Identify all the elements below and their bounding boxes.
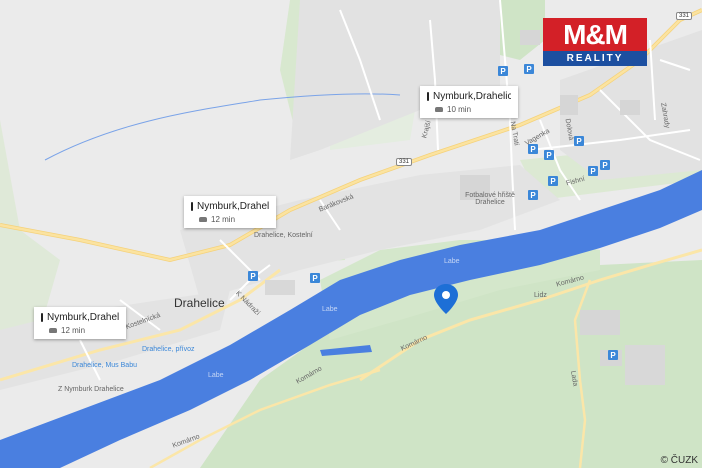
transit-card-time: 10 min (447, 105, 472, 114)
stop-label: Drahelice, Mus Babu (72, 362, 137, 369)
transit-card-time: 12 min (61, 326, 86, 335)
transit-card[interactable]: Nymburk,Drahelic... 12 min (34, 307, 126, 339)
brand-logo: M&M REALITY (543, 18, 647, 68)
street-label: Lidz (534, 292, 547, 299)
parking-icon: P (248, 271, 258, 281)
transit-card-time: 12 min (211, 215, 236, 224)
town-label: Drahelice (174, 296, 225, 310)
map-canvas[interactable]: P P P P P P P P P P P P 331 331 Drahelic… (0, 0, 702, 468)
parking-icon: P (574, 136, 584, 146)
parking-icon: P (524, 64, 534, 74)
transit-card-title: Nymburk,Drahelic... (47, 312, 119, 323)
bus-icon (41, 313, 43, 322)
stop-label: Z Nymburk Drahelice (58, 386, 124, 393)
parking-icon: P (544, 150, 554, 160)
road-number-shield: 331 (396, 158, 413, 166)
river-label: Labe (208, 372, 224, 379)
copyright-label: © ČUZK (660, 455, 698, 466)
stop-label: Drahelice, přívoz (142, 346, 195, 353)
car-icon (199, 217, 207, 222)
poi-label: Fotbalové hřiště Drahelice (465, 192, 515, 206)
road-number-shield: 331 (676, 12, 693, 20)
transit-card[interactable]: Nymburk,Drahelic... 12 min (184, 196, 276, 228)
map-pin-icon[interactable] (434, 284, 458, 314)
parking-icon: P (588, 166, 598, 176)
stop-label: Drahelice, Kostelní (254, 232, 313, 239)
parking-icon: P (608, 350, 618, 360)
logo-subtitle: REALITY (543, 51, 647, 66)
transit-card-title: Nymburk,Drahelic... (433, 91, 511, 102)
transit-card[interactable]: Nymburk,Drahelic... 10 min (420, 86, 518, 118)
parking-icon: P (528, 190, 538, 200)
bus-icon (427, 92, 429, 101)
river-label: Labe (444, 258, 460, 265)
map-base (0, 0, 702, 468)
bus-icon (191, 202, 193, 211)
parking-icon: P (600, 160, 610, 170)
parking-icon: P (548, 176, 558, 186)
logo-mark: M&M (543, 18, 647, 51)
river-label: Labe (322, 306, 338, 313)
parking-icon: P (498, 66, 508, 76)
car-icon (49, 328, 57, 333)
transit-card-title: Nymburk,Drahelic... (197, 201, 269, 212)
car-icon (435, 107, 443, 112)
parking-icon: P (310, 273, 320, 283)
